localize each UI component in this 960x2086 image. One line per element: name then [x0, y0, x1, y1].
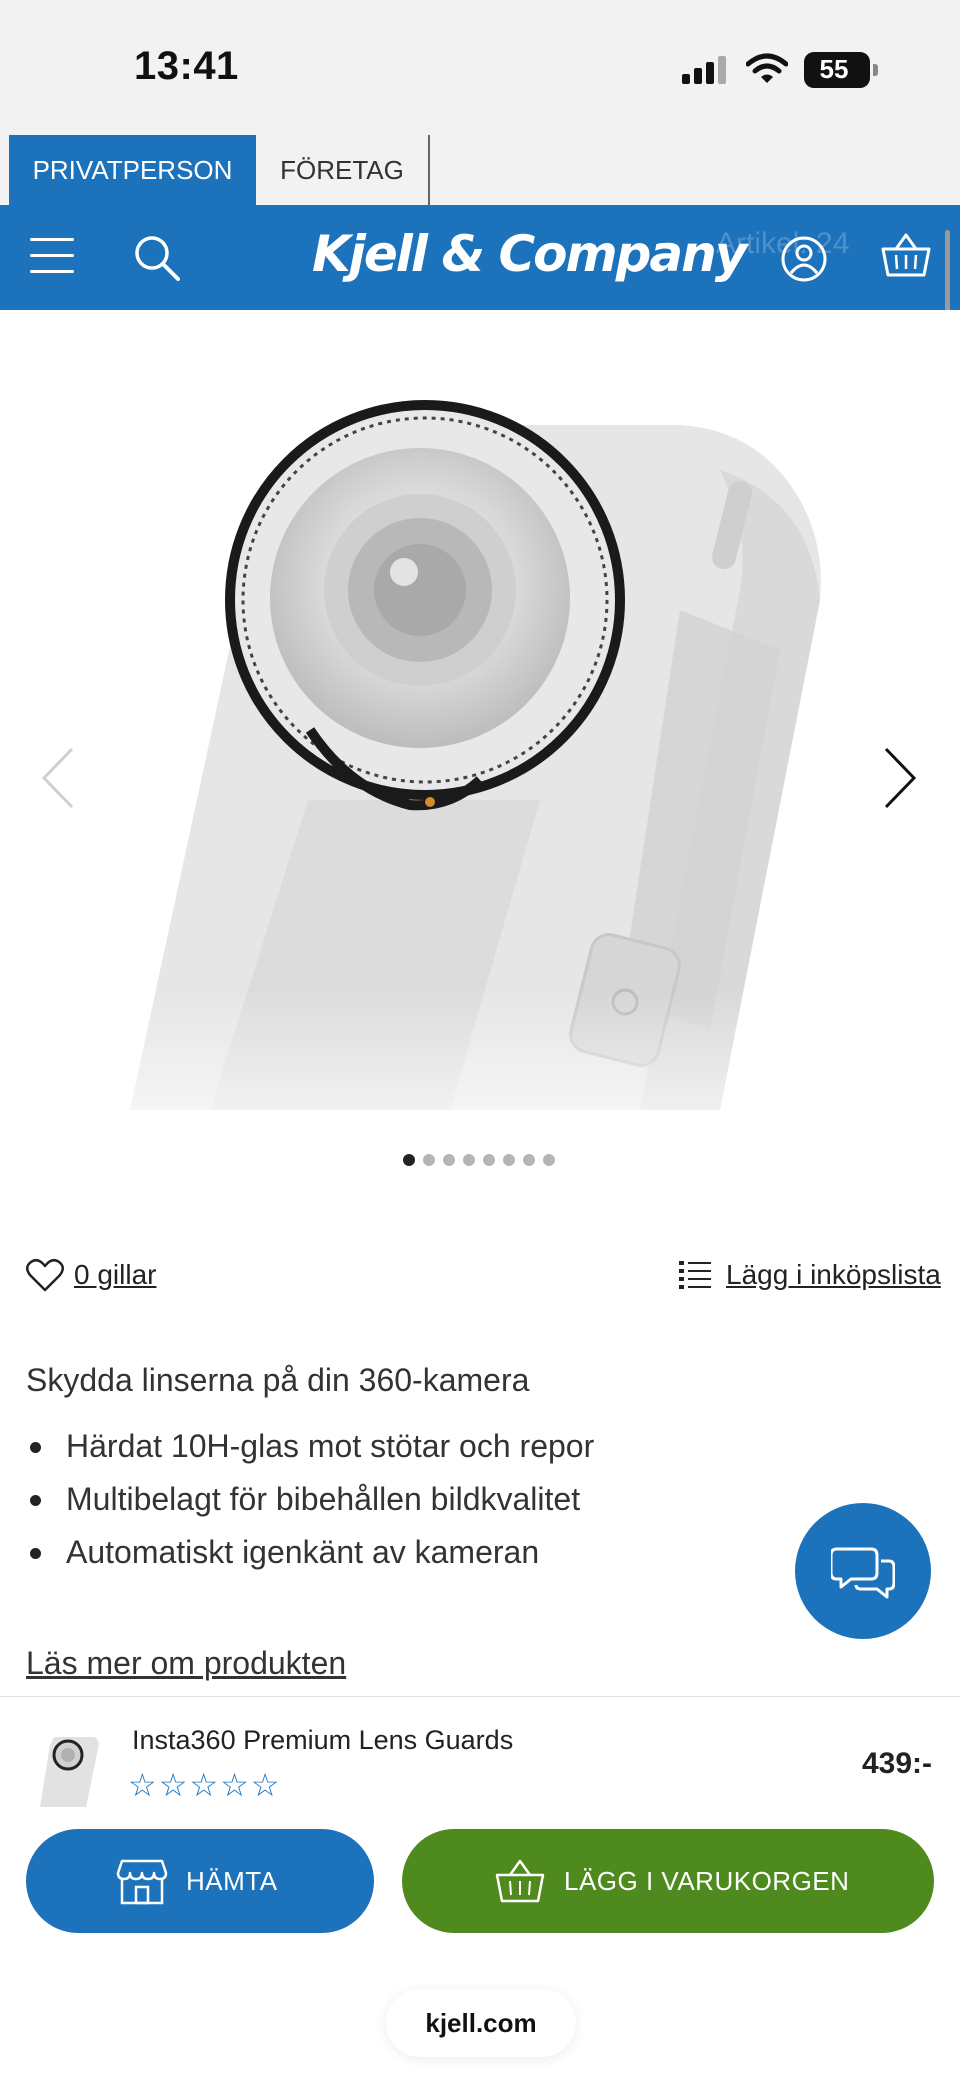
- pickup-in-store-button[interactable]: HÄMTA: [26, 1829, 374, 1933]
- product-thumbnail: [40, 1737, 99, 1807]
- browser-url-bar[interactable]: kjell.com: [386, 1989, 576, 2057]
- shopping-basket-icon[interactable]: [880, 231, 932, 279]
- account-icon[interactable]: [780, 235, 828, 283]
- product-price: 439:-: [862, 1747, 933, 1780]
- add-to-cart-button[interactable]: LÄGG I VARUKORGEN: [402, 1829, 934, 1933]
- add-to-shopping-list-button[interactable]: Lägg i inköpslista: [678, 1255, 941, 1295]
- chevron-right-icon[interactable]: [882, 745, 918, 811]
- sticky-purchase-bar: Insta360 Premium Lens Guards ☆ ☆ ☆ ☆ ☆ 4…: [0, 1696, 960, 2086]
- battery-icon: 55: [804, 52, 878, 88]
- pickup-label: HÄMTA: [186, 1865, 278, 1896]
- gallery-dot-active[interactable]: [403, 1154, 415, 1166]
- product-headline: Skydda linserna på din 360-kamera: [26, 1362, 530, 1398]
- read-more-link[interactable]: Läs mer om produkten: [26, 1645, 346, 1682]
- chevron-left-icon[interactable]: [40, 745, 76, 811]
- tab-privatperson[interactable]: PRIVATPERSON: [9, 135, 256, 205]
- gallery-dot[interactable]: [523, 1154, 535, 1166]
- gallery-dot[interactable]: [443, 1154, 455, 1166]
- feature-list: Härdat 10H-glas mot stötar och repor Mul…: [26, 1420, 594, 1579]
- cellular-signal-icon: [682, 56, 726, 84]
- gallery-dot[interactable]: [503, 1154, 515, 1166]
- status-bar: 13:41 55: [0, 0, 960, 135]
- battery-level: 55: [819, 54, 849, 84]
- star-outline-icon: ☆: [220, 1767, 249, 1803]
- site-header: Kjell & Company Artikel: 24: [0, 205, 960, 310]
- star-outline-icon: ☆: [128, 1767, 157, 1803]
- add-to-cart-label: LÄGG I VARUKORGEN: [564, 1865, 850, 1896]
- chat-bubbles-icon: [831, 1547, 895, 1599]
- star-outline-icon: ☆: [189, 1767, 219, 1803]
- gallery-dot[interactable]: [483, 1154, 495, 1166]
- rating-stars[interactable]: ☆ ☆ ☆ ☆ ☆: [128, 1767, 279, 1803]
- customer-segment-tabs: PRIVATPERSON FÖRETAG: [0, 135, 960, 205]
- star-outline-icon: ☆: [250, 1767, 280, 1803]
- wifi-icon: [746, 53, 788, 83]
- likes-count: 0 gillar: [74, 1259, 157, 1290]
- search-icon[interactable]: [132, 233, 182, 283]
- gallery-dot[interactable]: [423, 1154, 435, 1166]
- status-time: 13:41: [134, 44, 239, 88]
- star-outline-icon: ☆: [158, 1767, 188, 1803]
- chat-button[interactable]: [795, 1503, 931, 1639]
- feature-item: Härdat 10H-glas mot stötar och repor: [26, 1420, 594, 1473]
- feature-item: Automatiskt igenkänt av kameran: [26, 1526, 594, 1579]
- kjell-company-logo[interactable]: Kjell & Company: [312, 225, 747, 283]
- shopping-list-label: Lägg i inköpslista: [726, 1259, 941, 1290]
- list-icon: [679, 1261, 711, 1289]
- product-name: Insta360 Premium Lens Guards: [132, 1725, 514, 1755]
- shopping-basket-icon: [495, 1859, 545, 1903]
- like-button[interactable]: 0 gillar: [26, 1255, 156, 1295]
- tab-foretag[interactable]: FÖRETAG: [256, 135, 430, 205]
- gallery-pagination-dots: [395, 1147, 567, 1175]
- product-image-gallery[interactable]: [0, 310, 960, 1190]
- gallery-dot[interactable]: [463, 1154, 475, 1166]
- hamburger-menu-icon[interactable]: [30, 238, 74, 276]
- store-icon: [116, 1859, 168, 1905]
- heart-icon: [26, 1258, 64, 1292]
- gallery-dot[interactable]: [543, 1154, 555, 1166]
- feature-item: Multibelagt för bibehållen bildkvalitet: [26, 1473, 594, 1526]
